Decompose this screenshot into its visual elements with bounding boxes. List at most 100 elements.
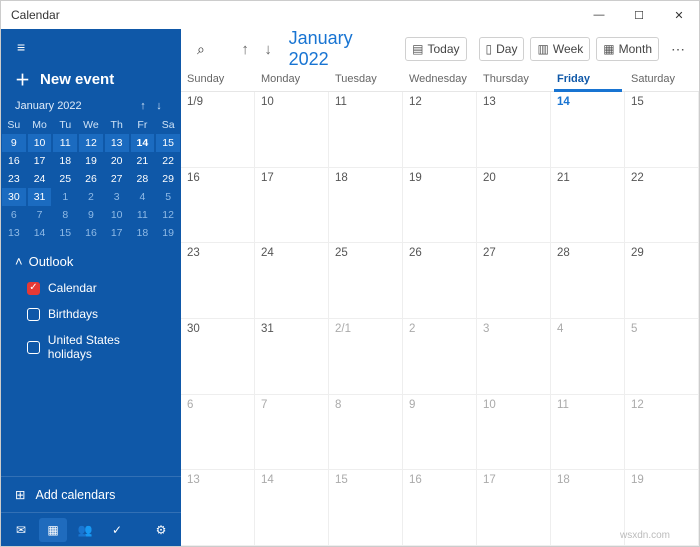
day-cell[interactable]: 24: [255, 243, 329, 319]
more-menu-icon[interactable]: ⋯: [665, 41, 691, 58]
next-period-arrow[interactable]: ↓: [260, 41, 277, 58]
mini-day[interactable]: 23: [1, 170, 27, 188]
day-cell[interactable]: 17: [477, 470, 551, 546]
day-cell[interactable]: 5: [625, 319, 699, 395]
todo-icon[interactable]: ✓: [103, 518, 131, 542]
day-cell[interactable]: 29: [625, 243, 699, 319]
add-calendars-button[interactable]: ⊞ Add calendars: [1, 476, 181, 512]
day-cell[interactable]: 13: [477, 92, 551, 168]
mini-day[interactable]: 9: [1, 134, 27, 152]
day-cell[interactable]: 15: [329, 470, 403, 546]
view-week-button[interactable]: ▥ Week: [530, 37, 590, 61]
mini-day[interactable]: 7: [27, 206, 53, 224]
current-month-label[interactable]: January 2022: [283, 29, 388, 70]
calendar-icon[interactable]: ▦: [39, 518, 67, 542]
search-icon[interactable]: ⌕: [189, 41, 213, 58]
mini-day[interactable]: 14: [27, 224, 53, 242]
mini-day[interactable]: 27: [104, 170, 130, 188]
mini-day[interactable]: 11: [52, 134, 78, 152]
day-cell[interactable]: 9: [403, 395, 477, 471]
mini-month-label[interactable]: January 2022: [15, 100, 135, 112]
view-month-button[interactable]: ▦ Month: [596, 37, 659, 61]
mini-day[interactable]: 13: [1, 224, 27, 242]
mini-day[interactable]: 3: [104, 188, 130, 206]
day-cell[interactable]: 27: [477, 243, 551, 319]
day-cell[interactable]: 21: [551, 168, 625, 244]
mini-day[interactable]: 9: [78, 206, 104, 224]
day-cell[interactable]: 30: [181, 319, 255, 395]
mini-day[interactable]: 21: [130, 152, 156, 170]
mini-day[interactable]: 17: [104, 224, 130, 242]
day-cell[interactable]: 2/1: [329, 319, 403, 395]
day-cell[interactable]: 7: [255, 395, 329, 471]
mini-day[interactable]: 20: [104, 152, 130, 170]
mini-day[interactable]: 18: [130, 224, 156, 242]
mini-day[interactable]: 2: [78, 188, 104, 206]
day-cell[interactable]: 17: [255, 168, 329, 244]
day-cell[interactable]: 3: [477, 319, 551, 395]
day-cell[interactable]: 28: [551, 243, 625, 319]
day-cell[interactable]: 18: [329, 168, 403, 244]
mini-day[interactable]: 19: [78, 152, 104, 170]
day-cell[interactable]: 12: [625, 395, 699, 471]
mini-day[interactable]: 25: [52, 170, 78, 188]
maximize-button[interactable]: ☐: [619, 1, 659, 29]
day-cell[interactable]: 20: [477, 168, 551, 244]
mini-day[interactable]: 4: [130, 188, 156, 206]
day-cell[interactable]: 26: [403, 243, 477, 319]
day-cell[interactable]: 22: [625, 168, 699, 244]
mini-day[interactable]: 17: [27, 152, 53, 170]
new-event-button[interactable]: ＋ New event: [1, 65, 181, 100]
minimize-button[interactable]: —: [579, 1, 619, 29]
day-cell[interactable]: 18: [551, 470, 625, 546]
day-cell[interactable]: 14: [255, 470, 329, 546]
day-cell[interactable]: 19: [625, 470, 699, 546]
mini-day[interactable]: 24: [27, 170, 53, 188]
hamburger-icon[interactable]: ≡: [17, 39, 25, 55]
day-cell[interactable]: 1/9: [181, 92, 255, 168]
day-cell[interactable]: 11: [551, 395, 625, 471]
day-cell[interactable]: 23: [181, 243, 255, 319]
close-button[interactable]: ✕: [659, 1, 699, 29]
calendar-toggle[interactable]: Birthdays: [15, 301, 167, 327]
day-cell[interactable]: 31: [255, 319, 329, 395]
people-icon[interactable]: 👥: [71, 518, 99, 542]
mini-day[interactable]: 30: [1, 188, 27, 206]
mini-day[interactable]: 16: [78, 224, 104, 242]
prev-period-arrow[interactable]: ↑: [237, 41, 254, 58]
mini-day[interactable]: 22: [155, 152, 181, 170]
day-cell[interactable]: 12: [403, 92, 477, 168]
mini-day[interactable]: 18: [52, 152, 78, 170]
mini-day[interactable]: 5: [155, 188, 181, 206]
mini-day[interactable]: 10: [104, 206, 130, 224]
mini-day[interactable]: 15: [52, 224, 78, 242]
mini-day[interactable]: 1: [52, 188, 78, 206]
account-outlook-toggle[interactable]: ˄ Outlook: [15, 254, 167, 275]
view-day-button[interactable]: ▯ Day: [479, 37, 525, 61]
settings-icon[interactable]: ⚙: [147, 518, 175, 542]
day-cell[interactable]: 25: [329, 243, 403, 319]
mini-day[interactable]: 12: [78, 134, 104, 152]
day-cell[interactable]: 4: [551, 319, 625, 395]
day-cell[interactable]: 8: [329, 395, 403, 471]
mini-day[interactable]: 28: [130, 170, 156, 188]
day-cell[interactable]: 13: [181, 470, 255, 546]
day-cell[interactable]: 14: [551, 92, 625, 168]
day-cell[interactable]: 6: [181, 395, 255, 471]
mini-day[interactable]: 19: [155, 224, 181, 242]
day-cell[interactable]: 15: [625, 92, 699, 168]
mini-day[interactable]: 31: [27, 188, 53, 206]
mail-icon[interactable]: ✉: [7, 518, 35, 542]
mini-prev-arrow[interactable]: ↑: [135, 100, 151, 112]
day-cell[interactable]: 16: [181, 168, 255, 244]
day-cell[interactable]: 11: [329, 92, 403, 168]
mini-day[interactable]: 8: [52, 206, 78, 224]
day-cell[interactable]: 2: [403, 319, 477, 395]
mini-day[interactable]: 11: [130, 206, 156, 224]
mini-day[interactable]: 13: [104, 134, 130, 152]
day-cell[interactable]: 19: [403, 168, 477, 244]
mini-day[interactable]: 15: [155, 134, 181, 152]
mini-day[interactable]: 14: [130, 134, 156, 152]
mini-day[interactable]: 29: [155, 170, 181, 188]
day-cell[interactable]: 10: [255, 92, 329, 168]
